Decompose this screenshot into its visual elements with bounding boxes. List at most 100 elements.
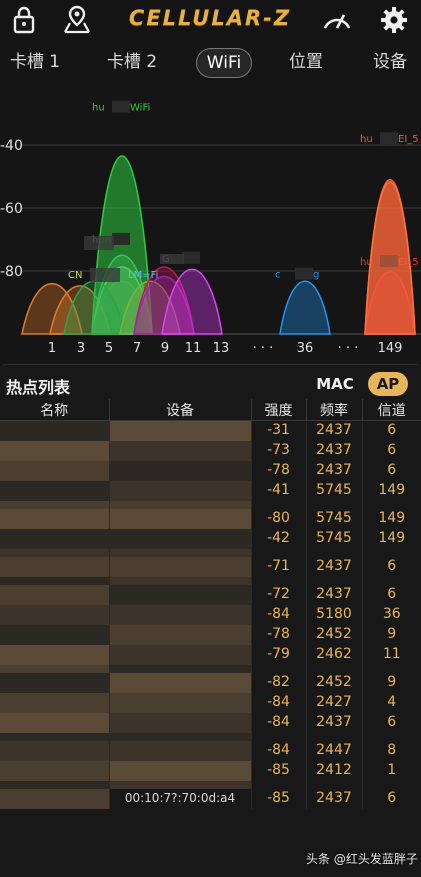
table-row[interactable]: -42 5745 149 bbox=[0, 528, 421, 549]
table-row[interactable] bbox=[0, 780, 421, 789]
table-row[interactable]: 00:10:7?:70:0d:a4 -85 2437 6 bbox=[0, 788, 421, 809]
redacted-name-cell bbox=[0, 500, 109, 509]
redacted-name-cell bbox=[0, 604, 109, 625]
cell-strength: -84 bbox=[250, 604, 306, 625]
table-row[interactable]: -84 2437 6 bbox=[0, 712, 421, 733]
table-row[interactable]: -78 2452 9 bbox=[0, 624, 421, 645]
ssid-redaction-block bbox=[112, 232, 130, 245]
redacted-device-cell bbox=[108, 664, 251, 673]
table-row[interactable]: -84 2447 8 bbox=[0, 740, 421, 761]
table-row[interactable]: -85 2412 1 bbox=[0, 760, 421, 781]
cell-channel: 149 bbox=[361, 508, 421, 529]
hotspot-table[interactable]: 名称 设备 强度 频率 信道 -31 2437 6 -73 2437 6 -78 2437 6-… bbox=[0, 399, 421, 877]
redacted-name-cell bbox=[0, 712, 109, 733]
redacted-name-cell bbox=[0, 548, 109, 557]
cell-freq: 2437 bbox=[305, 712, 362, 733]
cell-strength: -82 bbox=[250, 672, 306, 693]
ap-toggle-button[interactable]: AP bbox=[368, 372, 408, 396]
cell-channel: 9 bbox=[361, 624, 421, 645]
x-tick-label: 1 bbox=[48, 341, 56, 356]
ssid-redaction-block bbox=[90, 268, 120, 282]
ssid-label-fragment: LM=Fi bbox=[128, 270, 158, 281]
redacted-device-cell bbox=[108, 780, 251, 789]
tab-wifi[interactable]: WiFi bbox=[196, 48, 252, 78]
cell-strength bbox=[250, 576, 306, 585]
x-tick-label: 149 bbox=[378, 341, 403, 356]
table-row[interactable] bbox=[0, 548, 421, 557]
cell-strength bbox=[250, 732, 306, 741]
redacted-name-cell bbox=[0, 440, 109, 461]
table-row[interactable]: -73 2437 6 bbox=[0, 440, 421, 461]
table-row[interactable]: -41 5745 149 bbox=[0, 480, 421, 501]
column-header-channel[interactable]: 信道 bbox=[361, 399, 421, 421]
table-row[interactable] bbox=[0, 576, 421, 585]
cell-channel bbox=[361, 780, 421, 789]
device-mac-cell: 00:10:7?:70:0d:a4 bbox=[108, 788, 251, 809]
cell-strength: -85 bbox=[250, 760, 306, 781]
speedometer-icon[interactable] bbox=[321, 4, 353, 36]
table-row[interactable] bbox=[0, 500, 421, 509]
ssid-label-fragment: WiFi bbox=[130, 103, 150, 114]
redacted-name-cell bbox=[0, 732, 109, 741]
redacted-name-cell bbox=[0, 528, 109, 549]
cell-strength: -31 bbox=[250, 420, 306, 441]
cell-freq: 2437 bbox=[305, 788, 362, 809]
redacted-device-cell bbox=[108, 500, 251, 509]
cell-strength: -41 bbox=[250, 480, 306, 501]
x-tick-label: · · · bbox=[253, 341, 274, 356]
cell-freq: 2437 bbox=[305, 584, 362, 605]
cell-strength: -71 bbox=[250, 556, 306, 577]
x-tick-label: 9 bbox=[161, 341, 169, 356]
ssid-label-fragment: hu bbox=[92, 103, 105, 114]
tab-location[interactable]: 位置 bbox=[282, 48, 330, 76]
redacted-name-cell bbox=[0, 780, 109, 789]
tab-slot-1[interactable]: 卡槽 1 bbox=[4, 48, 66, 76]
table-row[interactable]: -71 2437 6 bbox=[0, 556, 421, 577]
tab-bar: 卡槽 1 卡槽 2 WiFi 位置 设备 bbox=[0, 42, 421, 82]
cell-channel bbox=[361, 732, 421, 741]
table-row[interactable]: -79 2462 11 bbox=[0, 644, 421, 665]
redacted-device-cell bbox=[108, 420, 251, 441]
column-header-device[interactable]: 设备 bbox=[108, 399, 251, 421]
mac-toggle-button[interactable]: MAC bbox=[314, 373, 356, 395]
table-row[interactable]: -78 2437 6 bbox=[0, 460, 421, 481]
cell-strength: -84 bbox=[250, 712, 306, 733]
redacted-device-cell bbox=[108, 584, 251, 605]
cell-channel bbox=[361, 548, 421, 557]
table-row[interactable]: -84 2427 4 bbox=[0, 692, 421, 713]
cell-strength: -72 bbox=[250, 584, 306, 605]
cell-freq: 2452 bbox=[305, 624, 362, 645]
table-row[interactable] bbox=[0, 664, 421, 673]
table-row[interactable]: -80 5745 149 bbox=[0, 508, 421, 529]
cell-freq: 2447 bbox=[305, 740, 362, 761]
table-row[interactable] bbox=[0, 732, 421, 741]
table-row[interactable]: -84 5180 36 bbox=[0, 604, 421, 625]
cell-freq: 2452 bbox=[305, 672, 362, 693]
cell-freq: 5745 bbox=[305, 528, 362, 549]
column-header-name[interactable]: 名称 bbox=[0, 399, 109, 421]
ssid-redaction-block bbox=[182, 251, 200, 264]
cell-freq: 5745 bbox=[305, 508, 362, 529]
redacted-name-cell bbox=[0, 576, 109, 585]
signal-curve-ch149 bbox=[364, 181, 416, 335]
cell-freq bbox=[305, 500, 362, 509]
column-header-frequency[interactable]: 频率 bbox=[305, 399, 362, 421]
table-row[interactable]: -72 2437 6 bbox=[0, 584, 421, 605]
hotspot-list-panel: 热点列表 MAC AP 名称 设备 强度 频率 信道 -31 2437 6 -73 24… bbox=[0, 364, 421, 877]
cell-strength: -42 bbox=[250, 528, 306, 549]
tab-device[interactable]: 设备 bbox=[366, 48, 414, 76]
ssid-redaction-block bbox=[380, 132, 398, 145]
lock-icon[interactable] bbox=[8, 4, 40, 36]
ssid-redaction-block bbox=[84, 236, 114, 250]
table-row[interactable]: -31 2437 6 bbox=[0, 420, 421, 441]
gear-icon[interactable] bbox=[378, 4, 410, 36]
redacted-name-cell bbox=[0, 672, 109, 693]
table-row[interactable]: -82 2452 9 bbox=[0, 672, 421, 693]
cell-channel: 36 bbox=[361, 604, 421, 625]
map-pin-icon[interactable] bbox=[61, 4, 93, 36]
ssid-redaction-block bbox=[160, 254, 184, 264]
y-tick-label: -40 bbox=[0, 138, 23, 154]
column-header-strength[interactable]: 强度 bbox=[250, 399, 306, 421]
x-tick-label: 5 bbox=[105, 341, 113, 356]
tab-slot-2[interactable]: 卡槽 2 bbox=[101, 48, 163, 76]
